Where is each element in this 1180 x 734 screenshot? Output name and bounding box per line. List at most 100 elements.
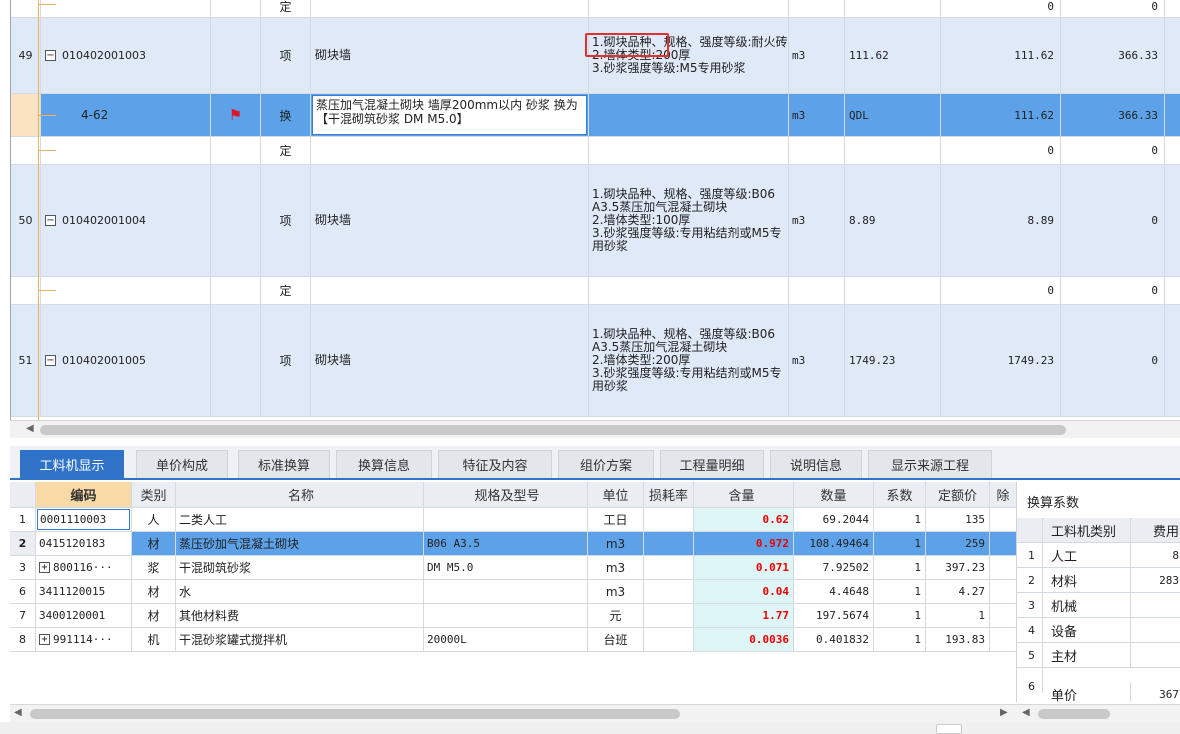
status-bar bbox=[0, 722, 1180, 734]
price-cell: 0 bbox=[1061, 137, 1165, 164]
resource-grid: 编码 类别 名称 规格及型号 单位 损耗率 含量 数量 系数 定额价 除 1 0… bbox=[10, 482, 1016, 702]
row-type: 项 bbox=[261, 165, 311, 276]
table-row[interactable]: 6 3411120015 材 水 m3 0.04 4.4648 1 4.27 bbox=[10, 580, 1016, 604]
quantity-cell: 8.89 bbox=[941, 165, 1061, 276]
table-row[interactable]: 6 单价 367 bbox=[1017, 668, 1180, 702]
collapse-icon[interactable]: − bbox=[45, 50, 56, 61]
tree-line bbox=[38, 0, 39, 420]
expand-icon[interactable]: + bbox=[39, 562, 50, 573]
header-quota-price[interactable]: 定额价 bbox=[926, 482, 990, 507]
price-cell: 0 bbox=[1061, 0, 1165, 17]
header-coefficient[interactable]: 系数 bbox=[874, 482, 926, 507]
table-header: 工料机类别 费用 bbox=[1017, 518, 1180, 543]
collapse-icon[interactable]: − bbox=[45, 355, 56, 366]
quantity-expression[interactable]: 1749.23 bbox=[845, 305, 941, 416]
table-row[interactable]: 8 +991114··· 机 干混砂浆罐式搅拌机 20000L 台班 0.003… bbox=[10, 628, 1016, 652]
scrollbar-thumb[interactable] bbox=[30, 709, 680, 719]
tree-branch bbox=[38, 115, 56, 116]
collapse-icon[interactable]: − bbox=[45, 215, 56, 226]
table-row[interactable]: 定 0 0 bbox=[11, 137, 1180, 165]
lower-horizontal-scrollbar[interactable]: ◀ ▶ bbox=[10, 704, 1016, 722]
table-row[interactable]: 7 3400120001 材 其他材料费 元 1.77 197.5674 1 1 bbox=[10, 604, 1016, 628]
tree-branch bbox=[38, 4, 56, 5]
table-row[interactable]: 50 −010402001004 项 砌块墙 1.砌块品种、规格、强度等级:B0… bbox=[11, 165, 1180, 277]
scrollbar-thumb[interactable] bbox=[40, 425, 1066, 435]
scroll-left-arrow-icon[interactable]: ◀ bbox=[26, 423, 34, 434]
header-code[interactable]: 编码 bbox=[36, 482, 132, 507]
price-cell: 366.33 bbox=[1061, 18, 1165, 93]
price-cell: 0 bbox=[1061, 165, 1165, 276]
item-name[interactable]: 砌块墙 bbox=[311, 305, 589, 416]
quantity-cell: 1749.23 bbox=[941, 305, 1061, 416]
tab-unit-price-composition[interactable]: 单价构成 bbox=[136, 450, 228, 478]
table-row-selected[interactable]: 2 0415120183 材 蒸压砂加气混凝土砌块 B06 A3.5 m3 0.… bbox=[10, 532, 1016, 556]
price-cell: 0 bbox=[1061, 305, 1165, 416]
panel-title: 换算系数 bbox=[1027, 496, 1080, 511]
quantity-cell: 0 bbox=[941, 277, 1061, 304]
scrollbar-thumb[interactable] bbox=[1038, 709, 1110, 719]
table-row[interactable]: 5 主材 bbox=[1017, 643, 1180, 668]
item-name[interactable]: 砌块墙 bbox=[311, 165, 589, 276]
tab-description[interactable]: 说明信息 bbox=[770, 450, 862, 478]
header-loss-rate[interactable]: 损耗率 bbox=[644, 482, 694, 507]
table-row[interactable]: 1 人工 8 bbox=[1017, 543, 1180, 568]
price-cell: 0 bbox=[1061, 277, 1165, 304]
row-type: 定 bbox=[261, 277, 311, 304]
table-header: 编码 类别 名称 规格及型号 单位 损耗率 含量 数量 系数 定额价 除 bbox=[10, 482, 1016, 508]
table-row[interactable]: 51 −010402001005 项 砌块墙 1.砌块品种、规格、强度等级:B0… bbox=[11, 305, 1180, 417]
scroll-left-arrow-icon[interactable]: ◀ bbox=[14, 707, 22, 718]
unit-cell: m3 bbox=[789, 94, 845, 136]
tab-pricing-scheme[interactable]: 组价方案 bbox=[558, 450, 654, 478]
row-type: 项 bbox=[261, 18, 311, 93]
table-row[interactable]: 2 材料 283 bbox=[1017, 568, 1180, 593]
row-type: 定 bbox=[261, 0, 311, 17]
quantity-cell: 0 bbox=[941, 137, 1061, 164]
tab-features-content[interactable]: 特征及内容 bbox=[438, 450, 552, 478]
table-row[interactable]: 定 0 0 bbox=[11, 277, 1180, 305]
row-number: 51 bbox=[11, 305, 41, 416]
header-resource-category[interactable]: 工料机类别 bbox=[1043, 518, 1131, 542]
quantity-expression[interactable]: QDL bbox=[845, 94, 941, 136]
code-editor[interactable]: 0001110003 bbox=[37, 509, 130, 530]
item-name[interactable]: 砌块墙 bbox=[311, 18, 589, 93]
table-row[interactable]: 3 机械 bbox=[1017, 593, 1180, 618]
item-feature[interactable]: 1.砌块品种、规格、强度等级:B06 A3.5蒸压加气混凝土砌块 2.墙体类型:… bbox=[589, 165, 789, 276]
quantity-cell: 111.62 bbox=[941, 18, 1061, 93]
header-fee[interactable]: 费用 bbox=[1131, 518, 1180, 542]
expand-icon[interactable]: + bbox=[39, 634, 50, 645]
header-name[interactable]: 名称 bbox=[176, 482, 424, 507]
tab-source-project[interactable]: 显示来源工程 bbox=[868, 450, 992, 478]
scroll-right-arrow-icon[interactable]: ▶ bbox=[1000, 707, 1008, 718]
header-category[interactable]: 类别 bbox=[132, 482, 176, 507]
quota-code[interactable]: 4-62 bbox=[41, 94, 211, 136]
tab-labor-material-machine[interactable]: 工料机显示 bbox=[20, 450, 124, 478]
tree-branch bbox=[38, 290, 56, 291]
item-feature[interactable]: 1.砌块品种、规格、强度等级:B06 A3.5蒸压加气混凝土砌块 2.墙体类型:… bbox=[589, 305, 789, 416]
row-type: 项 bbox=[261, 305, 311, 416]
table-row[interactable]: 3 +800116··· 浆 干混砌筑砂浆 DM M5.0 m3 0.071 7… bbox=[10, 556, 1016, 580]
table-row[interactable]: 4 设备 bbox=[1017, 618, 1180, 643]
quantity-expression[interactable]: 111.62 bbox=[845, 18, 941, 93]
upper-horizontal-scrollbar[interactable]: ◀ bbox=[10, 420, 1180, 438]
header-quantity[interactable]: 数量 bbox=[794, 482, 874, 507]
item-code: 010402001005 bbox=[62, 354, 146, 367]
header-spec[interactable]: 规格及型号 bbox=[424, 482, 588, 507]
tab-conversion-info[interactable]: 换算信息 bbox=[336, 450, 432, 478]
quantity-expression[interactable]: 8.89 bbox=[845, 165, 941, 276]
scroll-left-arrow-icon[interactable]: ◀ bbox=[1022, 707, 1030, 718]
flag-icon: ⚑ bbox=[228, 106, 243, 124]
tab-standard-conversion[interactable]: 标准换算 bbox=[238, 450, 330, 478]
quota-name-editor[interactable]: 蒸压加气混凝土砌块 墙厚200mm以内 砂浆 换为【干混砌筑砂浆 DM M5.0… bbox=[312, 95, 587, 135]
table-row-selected[interactable]: 4-62 ⚑ 换 蒸压加气混凝土砌块 墙厚200mm以内 砂浆 换为【干混砌筑砂… bbox=[11, 94, 1180, 137]
table-row[interactable]: 定 0 0 bbox=[11, 0, 1180, 18]
right-horizontal-scrollbar[interactable]: ◀ bbox=[1016, 704, 1180, 722]
row-type: 换 bbox=[261, 94, 311, 136]
tab-quantity-detail[interactable]: 工程量明细 bbox=[660, 450, 764, 478]
status-checkbox[interactable] bbox=[936, 724, 962, 734]
row-number: 50 bbox=[11, 165, 41, 276]
conversion-coefficient-panel: 换算系数 工料机类别 费用 1 人工 8 2 材料 283 3 机械 4 设备 … bbox=[1016, 482, 1180, 702]
header-unit[interactable]: 单位 bbox=[588, 482, 644, 507]
table-row[interactable]: 1 0001110003 人 二类人工 工日 0.62 69.2044 1 13… bbox=[10, 508, 1016, 532]
header-content[interactable]: 含量 bbox=[694, 482, 794, 507]
header-exclude[interactable]: 除 bbox=[990, 482, 1016, 507]
